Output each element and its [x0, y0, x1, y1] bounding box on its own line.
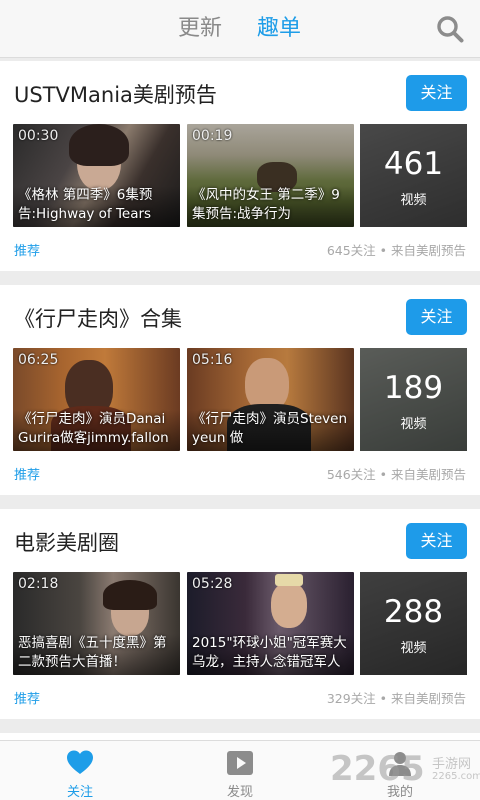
watermark-domain: 2265.com [432, 771, 480, 782]
top-bar: 更新 趣单 [0, 0, 480, 58]
video-caption: 《风中的女王 第二季》9集预告:战争行为 [187, 186, 354, 227]
video-duration: 02:18 [18, 576, 59, 592]
recommend-tag: 推荐 [14, 468, 41, 483]
video-thumbnail[interactable]: 06:25 《行尸走肉》演员Danai Gurira做客jimmy.fallon [13, 348, 180, 451]
site-watermark-logo: 2265 手游网 2265.com [330, 741, 480, 799]
hair-figure [103, 580, 157, 610]
crown-figure [275, 574, 303, 586]
channel-title: USTVMania美剧预告 [14, 83, 217, 107]
video-count-label: 视频 [400, 641, 427, 656]
video-thumbnail[interactable]: 00:30 《格林 第四季》6集预告:Highway of Tears [13, 124, 180, 227]
video-duration: 00:30 [18, 128, 59, 144]
hair-figure [69, 124, 129, 166]
nav-follow-label: 关注 [66, 785, 93, 800]
video-thumbnail[interactable]: 05:16 《行尸走肉》演员Steven yeun 做 [187, 348, 354, 451]
video-thumbnail[interactable]: 00:19 《风中的女王 第二季》9集预告:战争行为 [187, 124, 354, 227]
video-caption: 《行尸走肉》演员Steven yeun 做 [187, 410, 354, 451]
tab-update[interactable]: 更新 [178, 14, 222, 44]
video-duration: 00:19 [192, 128, 233, 144]
follow-button[interactable]: 关注 [406, 299, 467, 335]
video-count: 461 [383, 146, 444, 182]
channel-title: 电影美剧圈 [14, 531, 119, 555]
video-count: 189 [383, 370, 444, 406]
video-caption: 《格林 第四季》6集预告:Highway of Tears [13, 186, 180, 227]
video-count: 288 [383, 594, 444, 630]
video-thumbnail[interactable]: 02:18 恶搞喜剧《五十度黑》第二款预告大首播！ [13, 572, 180, 675]
watermark-number: 2265 [330, 749, 425, 789]
app-screen: 更新 趣单 USTVMania美剧预告 关注 00:30 《格林 第四季》6集预… [0, 0, 480, 800]
recommend-tag: 推荐 [14, 244, 41, 259]
nav-discover[interactable]: 发现 [200, 741, 280, 800]
follow-button[interactable]: 关注 [406, 523, 467, 559]
video-duration: 06:25 [18, 352, 59, 368]
video-count-label: 视频 [400, 193, 427, 208]
video-caption: 2015"环球小姐"冠军赛大乌龙，主持人念错冠军人 [187, 634, 354, 675]
channel-card[interactable]: 《行尸走肉》合集 关注 06:25 《行尸走肉》演员Danai Gurira做客… [0, 285, 480, 495]
video-duration: 05:16 [192, 352, 233, 368]
recommend-tag: 推荐 [14, 692, 41, 707]
channel-card[interactable]: USTVMania美剧预告 关注 00:30 《格林 第四季》6集预告:High… [0, 61, 480, 271]
video-count-label: 视频 [400, 417, 427, 432]
video-thumbnail[interactable]: 05:28 2015"环球小姐"冠军赛大乌龙，主持人念错冠军人 [187, 572, 354, 675]
heart-icon [67, 750, 93, 774]
channel-card-partial [0, 733, 480, 740]
play-icon [227, 751, 253, 775]
channel-meta: 546关注 • 来自美剧预告 [326, 467, 466, 482]
channel-card[interactable]: 电影美剧圈 关注 02:18 恶搞喜剧《五十度黑》第二款预告大首播！ 05:28… [0, 509, 480, 719]
video-duration: 05:28 [192, 576, 233, 592]
follow-button[interactable]: 关注 [406, 75, 467, 111]
channel-title: 《行尸走肉》合集 [14, 307, 182, 331]
video-count-tile[interactable]: 288 视频 [360, 572, 467, 675]
video-caption: 《行尸走肉》演员Danai Gurira做客jimmy.fallon [13, 410, 180, 451]
face-figure [271, 582, 307, 628]
channel-meta: 329关注 • 来自美剧预告 [326, 691, 466, 706]
video-count-tile[interactable]: 461 视频 [360, 124, 467, 227]
video-count-tile[interactable]: 189 视频 [360, 348, 467, 451]
tab-qudan[interactable]: 趣单 [257, 14, 301, 44]
nav-follow[interactable]: 关注 [40, 741, 120, 800]
watermark-suffix: 手游网 [432, 757, 472, 772]
nav-discover-label: 发现 [226, 785, 253, 800]
video-caption: 恶搞喜剧《五十度黑》第二款预告大首播！ [13, 634, 180, 675]
search-icon[interactable] [436, 15, 464, 43]
channel-meta: 645关注 • 来自美剧预告 [326, 243, 466, 258]
